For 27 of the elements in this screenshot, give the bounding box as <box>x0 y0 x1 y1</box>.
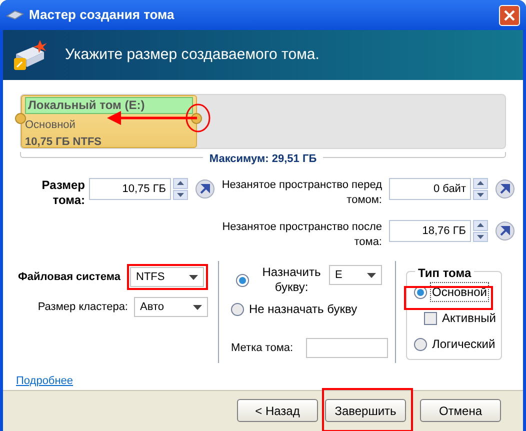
dropdown[interactable]: Авто <box>134 297 208 317</box>
dialog-button[interactable]: Отмена <box>420 399 501 422</box>
radio-label[interactable]: Назначить букву: <box>254 265 329 295</box>
volume-type: Основной <box>25 118 76 133</box>
field-label: Файловая система <box>18 270 122 285</box>
header-title: Укажите размер создаваемого тома. <box>65 44 320 65</box>
radio-label[interactable]: Логический <box>430 334 498 354</box>
checkbox-label[interactable]: Активный <box>442 309 496 327</box>
dropdown[interactable]: NTFS <box>130 267 204 287</box>
dialog-button[interactable]: < Назад <box>237 399 318 422</box>
dropdown[interactable]: E <box>329 265 382 285</box>
volume-size: 10,75 ГБ NTFS <box>25 134 102 150</box>
input-field[interactable]: 10,75 ГБ <box>89 178 171 200</box>
field-label: Метка тома: <box>231 340 294 356</box>
field-label: Незанятое пространство после тома: <box>221 220 382 250</box>
radio-label[interactable]: Не назначать букву <box>249 300 358 318</box>
more-link[interactable]: Подробнее <box>16 375 74 387</box>
field-label: Размер тома: <box>40 178 85 208</box>
field-label: Незанятое пространство перед томом: <box>220 178 382 208</box>
radio-label[interactable]: Основной <box>430 282 490 302</box>
dialog-button[interactable]: Завершить <box>325 399 406 422</box>
field-label: Размер кластера: <box>36 300 129 315</box>
input-field[interactable]: 0 байт <box>389 178 471 200</box>
volume-label: Локальный том (E:) <box>25 97 194 114</box>
window-title: Мастер создания тома <box>29 6 174 24</box>
maximum-size: Максимум: 29,51 ГБ <box>208 152 318 167</box>
input-field[interactable]: 18,76 ГБ <box>389 220 471 242</box>
